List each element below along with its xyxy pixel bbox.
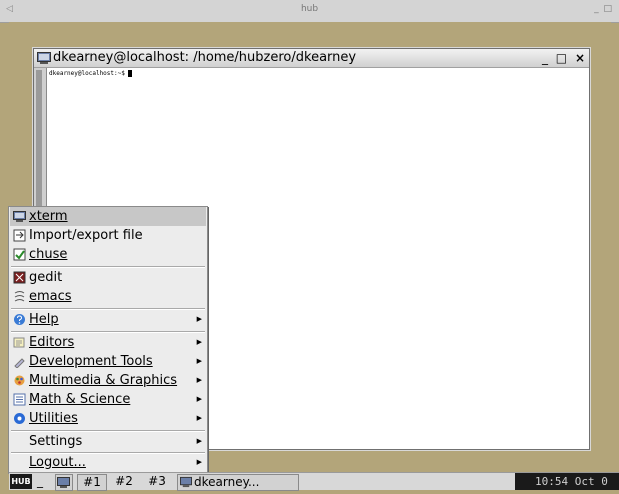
submenu-arrow-icon: ▶ [196, 357, 202, 365]
math-science-icon [13, 393, 26, 406]
submenu-arrow-icon: ▶ [196, 315, 202, 323]
workspace-2-button[interactable]: #2 [110, 474, 138, 489]
help-icon [14, 314, 25, 325]
import-export-icon [13, 229, 26, 242]
gedit-icon [13, 271, 26, 284]
submenu-arrow-icon: ▶ [196, 338, 202, 346]
menu-item-math-science[interactable]: Math & Science ▶ [10, 390, 206, 409]
utilities-icon [14, 413, 25, 424]
menu-item-utilities[interactable]: Utilities ▶ [10, 409, 206, 428]
start-menu: xterm Import/export file chuse gedit ema… [8, 206, 208, 474]
menu-item-settings[interactable]: Settings ▶ [10, 432, 206, 451]
maximize-button[interactable]: □ [556, 49, 567, 67]
terminal-icon [37, 52, 51, 64]
terminal-icon [13, 211, 26, 222]
workspace-1-button[interactable]: #1 [77, 474, 107, 491]
submenu-arrow-icon: ▶ [196, 437, 202, 445]
menu-item-emacs[interactable]: emacs [10, 287, 206, 306]
menu-item-development-tools[interactable]: Development Tools ▶ [10, 352, 206, 371]
menu-item-help[interactable]: Help ▶ [10, 310, 206, 329]
menu-item-multimedia-graphics[interactable]: Multimedia & Graphics ▶ [10, 371, 206, 390]
outer-window-controls[interactable]: _ □ [594, 4, 613, 14]
task-button-xterm[interactable]: dkearney... [177, 474, 299, 491]
menu-item-gedit[interactable]: gedit [10, 268, 206, 287]
xterm-title: dkearney@localhost: /home/hubzero/dkearn… [53, 50, 357, 65]
taskbar-minimize-button[interactable]: _ [37, 474, 43, 489]
outer-window-title: hub [300, 4, 319, 14]
xterm-titlebar[interactable]: dkearney@localhost: /home/hubzero/dkearn… [34, 49, 589, 68]
submenu-arrow-icon: ▶ [196, 458, 202, 466]
terminal-area[interactable]: dkearney@localhost:~$ [49, 70, 133, 77]
close-button[interactable]: × [575, 49, 585, 67]
task-button-label: dkearney... [194, 475, 260, 489]
menu-item-logout[interactable]: Logout... ▶ [10, 453, 206, 472]
terminal-icon [180, 476, 192, 488]
development-tools-icon [14, 358, 25, 368]
checkbox-icon [13, 248, 26, 261]
editors-icon [13, 337, 25, 348]
terminal-prompt: dkearney@localhost:~$ [49, 70, 129, 77]
show-desktop-button[interactable] [55, 474, 73, 491]
emacs-icon [14, 291, 25, 302]
submenu-arrow-icon: ▶ [196, 376, 202, 384]
terminal-cursor [128, 70, 133, 77]
outer-titlebar: ◁ hub _ □ [0, 0, 619, 23]
clock[interactable]: 10:54 Oct 0 [515, 473, 619, 490]
terminal-icon [57, 477, 70, 488]
submenu-arrow-icon: ▶ [196, 414, 202, 422]
menu-item-import-export-file[interactable]: Import/export file [10, 226, 206, 245]
minimize-button[interactable]: _ [542, 49, 548, 67]
menu-item-chuse[interactable]: chuse [10, 245, 206, 264]
menu-item-editors[interactable]: Editors ▶ [10, 333, 206, 352]
scrollbar-thumb[interactable] [36, 70, 42, 210]
taskbar: HUB _ #1 #2 #3 dkearney... 10:54 Oct 0 [9, 472, 619, 491]
multimedia-icon [14, 375, 25, 386]
submenu-arrow-icon: ▶ [196, 395, 202, 403]
workspace-3-button[interactable]: #3 [143, 474, 171, 489]
menu-item-xterm[interactable]: xterm [10, 207, 206, 226]
hub-logo-button[interactable]: HUB [10, 474, 32, 489]
